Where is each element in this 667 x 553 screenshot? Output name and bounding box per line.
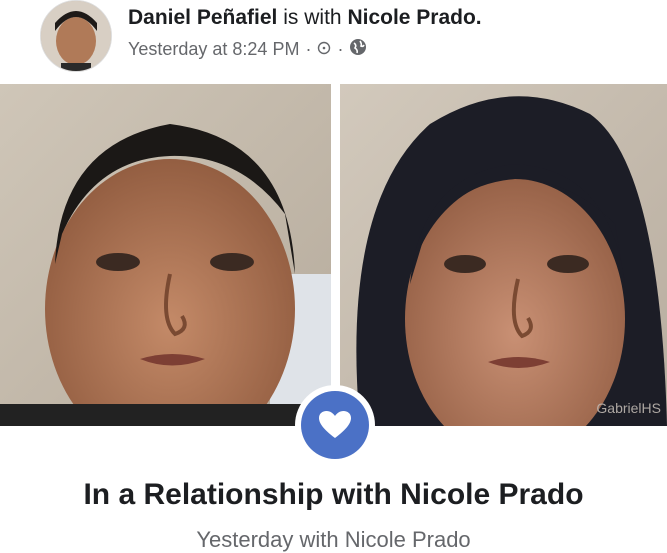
post-meta: Yesterday at 8:24 PM · ·: [128, 38, 367, 61]
post-timestamp[interactable]: Yesterday at 8:24 PM: [128, 39, 299, 60]
avatar[interactable]: [40, 0, 112, 72]
girl-filter-photo: [340, 84, 667, 426]
life-event-title: In a Relationship with Nicole Prado: [83, 478, 584, 511]
with-text: is with: [283, 6, 342, 29]
heart-icon: [319, 411, 351, 438]
clock-dot-icon: [317, 39, 331, 60]
photo-right[interactable]: GabrielHS: [340, 84, 667, 426]
boy-photo: [0, 84, 331, 426]
avatar-photo: [41, 1, 111, 71]
post-header: Daniel Peñafiel is with Nicole Prado. Ye…: [0, 0, 667, 84]
meta-separator: ·: [305, 39, 312, 59]
post-author-line: Daniel Peñafiel is with Nicole Prado.: [128, 6, 482, 30]
photo-grid: GabrielHS: [0, 84, 667, 426]
tagged-name[interactable]: Nicole Prado.: [347, 6, 481, 29]
photo-watermark: GabrielHS: [596, 400, 661, 416]
author-name[interactable]: Daniel Peñafiel: [128, 6, 277, 29]
photo-left[interactable]: [0, 84, 331, 426]
meta-separator-2: ·: [337, 39, 344, 59]
life-event-badge: [295, 385, 375, 465]
globe-icon[interactable]: [349, 38, 367, 61]
heart-icon-circle: [301, 391, 369, 459]
life-event-subtitle: Yesterday with Nicole Prado: [196, 527, 471, 552]
